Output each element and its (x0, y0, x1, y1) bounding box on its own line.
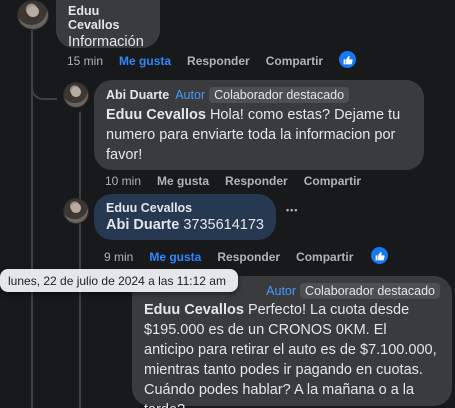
reply-button[interactable]: Responder (225, 174, 288, 188)
comment-bubble: Abi Duarte Autor Colaborador destacado E… (94, 80, 424, 170)
comment-body: 3735614173 (179, 217, 264, 233)
author-badge: Autor (266, 284, 297, 298)
thread-line-nested (79, 112, 81, 408)
comment-text: Eduu Cevallos Hola! como estas? Dejame t… (106, 105, 412, 165)
timestamp-tooltip: lunes, 22 de julio de 2024 a las 11:12 a… (0, 269, 238, 292)
comment-actions: 10 min Me gusta Responder Compartir (105, 174, 361, 188)
mention-link[interactable]: Eduu Cevallos (106, 107, 206, 123)
comment-time[interactable]: 10 min (105, 174, 141, 188)
share-button[interactable]: Compartir (296, 250, 353, 264)
like-button[interactable]: Me gusta (157, 174, 209, 188)
share-button[interactable]: Compartir (266, 54, 323, 68)
top-contributor-badge: Colaborador destacado (300, 283, 440, 299)
comment-author[interactable]: Abi Duarte (106, 88, 169, 102)
comment-actions: 9 min Me gusta Responder Compartir (104, 250, 353, 264)
comment-author[interactable]: Eduu Cevallos (106, 201, 264, 215)
comment-bubble: Eduu Cevallos Abi Duarte 3735614173 (94, 194, 276, 240)
comment-text: Información (68, 34, 144, 50)
reply-button[interactable]: Responder (217, 250, 280, 264)
comment-time[interactable]: 15 min (67, 54, 103, 68)
thumbs-up-icon[interactable] (371, 247, 388, 264)
avatar[interactable] (63, 82, 89, 108)
avatar[interactable] (17, 0, 49, 30)
mention-link[interactable]: Eduu Cevallos (144, 302, 244, 318)
comment-time[interactable]: 9 min (104, 250, 133, 264)
like-button[interactable]: Me gusta (149, 250, 201, 264)
share-button[interactable]: Compartir (304, 174, 361, 188)
like-button[interactable]: Me gusta (119, 54, 171, 68)
comment-text: Eduu Cevallos Perfecto! La cuota desde $… (144, 300, 440, 408)
comment-bubble: Eduu Cevallos Información (56, 0, 160, 50)
mention-link[interactable]: Abi Duarte (106, 217, 179, 233)
comment-actions: 15 min Me gusta Responder Compartir (67, 54, 323, 68)
comment-text: Abi Duarte 3735614173 (106, 215, 264, 235)
reply-button[interactable]: Responder (187, 54, 250, 68)
avatar[interactable] (63, 198, 89, 224)
comment-header: Abi Duarte Autor Colaborador destacado (106, 87, 412, 103)
comment-bubble: Autor Colaborador destacado Eduu Cevallo… (132, 276, 452, 408)
thumbs-up-icon[interactable] (339, 51, 356, 68)
comment-author[interactable]: Eduu Cevallos (68, 4, 148, 32)
author-badge: Autor (175, 88, 206, 102)
more-options-icon[interactable]: ••• (286, 205, 298, 215)
thread-connector (31, 60, 57, 100)
top-contributor-badge: Colaborador destacado (209, 87, 350, 103)
